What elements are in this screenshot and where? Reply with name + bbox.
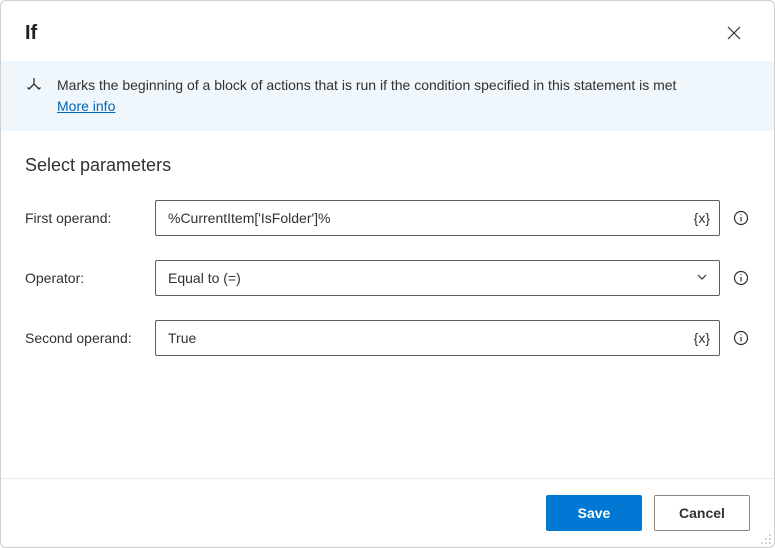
banner-description: Marks the beginning of a block of action… <box>57 77 676 93</box>
if-dialog: If Marks the beginning of a block of act… <box>0 0 775 548</box>
second-operand-input[interactable] <box>155 320 720 356</box>
close-icon <box>727 26 741 40</box>
close-button[interactable] <box>718 17 750 49</box>
info-icon[interactable] <box>732 269 750 287</box>
second-operand-label: Second operand: <box>25 330 143 346</box>
first-operand-input-wrap: {x} <box>155 200 720 236</box>
info-icon[interactable] <box>732 329 750 347</box>
first-operand-label: First operand: <box>25 210 143 226</box>
second-operand-input-wrap: {x} <box>155 320 720 356</box>
dialog-title: If <box>25 22 37 45</box>
branch-icon <box>25 77 43 98</box>
info-banner: Marks the beginning of a block of action… <box>1 61 774 131</box>
variable-picker-icon[interactable]: {x} <box>694 210 710 226</box>
operator-value: Equal to (=) <box>168 270 241 286</box>
variable-picker-icon[interactable]: {x} <box>694 330 710 346</box>
dialog-body: Select parameters First operand: {x} Ope… <box>1 131 774 478</box>
more-info-link[interactable]: More info <box>57 98 115 114</box>
first-operand-input[interactable] <box>155 200 720 236</box>
operator-select-wrap: Equal to (=) <box>155 260 720 296</box>
cancel-button[interactable]: Cancel <box>654 495 750 531</box>
dialog-footer: Save Cancel <box>1 478 774 547</box>
operator-row: Operator: Equal to (=) <box>25 260 750 296</box>
save-button[interactable]: Save <box>546 495 642 531</box>
section-title: Select parameters <box>25 155 750 176</box>
operator-select[interactable]: Equal to (=) <box>155 260 720 296</box>
dialog-header: If <box>1 1 774 61</box>
operator-label: Operator: <box>25 270 143 286</box>
banner-text: Marks the beginning of a block of action… <box>57 75 676 117</box>
info-icon[interactable] <box>732 209 750 227</box>
first-operand-row: First operand: {x} <box>25 200 750 236</box>
second-operand-row: Second operand: {x} <box>25 320 750 356</box>
